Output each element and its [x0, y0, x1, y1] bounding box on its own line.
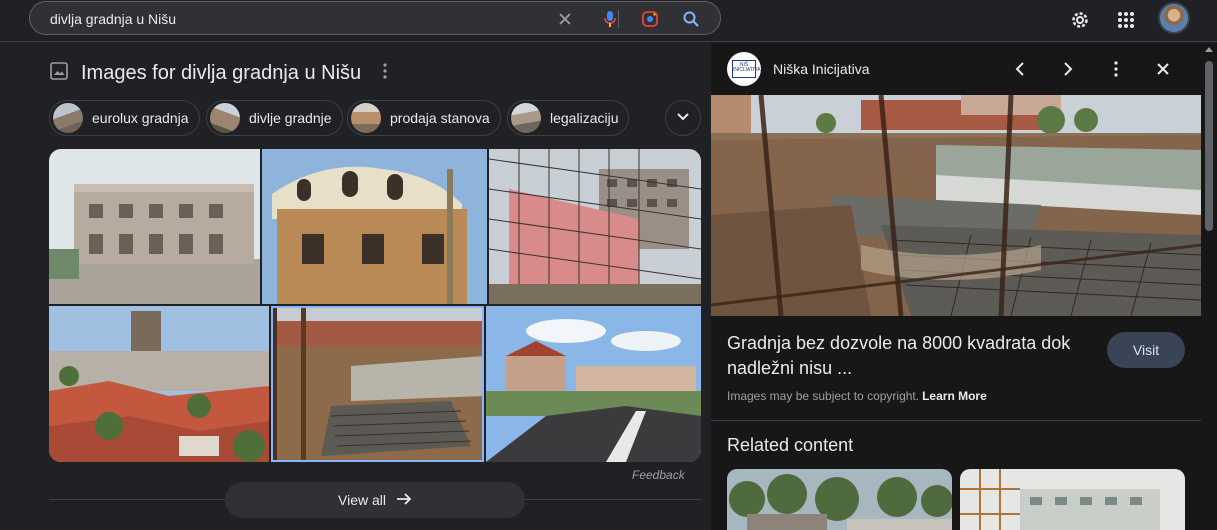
arrow-right-icon [386, 492, 412, 509]
clear-icon[interactable] [555, 9, 575, 29]
image-result-5-selected[interactable] [271, 306, 484, 462]
search-box[interactable]: divlja gradnja u Nišu [29, 1, 721, 35]
image-icon [49, 61, 69, 86]
visit-button[interactable]: Visit [1107, 332, 1185, 368]
source-name[interactable]: Niška Inicijativa [773, 61, 869, 77]
images-title[interactable]: Images for divlja gradnja u Nišu [81, 62, 361, 85]
chip-eurolux-gradnja[interactable]: eurolux gradnja [49, 100, 200, 136]
view-all-button[interactable]: View all [225, 482, 525, 518]
image-result-4[interactable] [49, 306, 269, 462]
image-result-3[interactable] [489, 149, 701, 304]
mic-icon[interactable] [600, 9, 620, 29]
chip-label: legalizaciju [550, 110, 619, 126]
copyright-notice: Images may be subject to copyright. Learn… [727, 389, 987, 403]
search-input[interactable]: divlja gradnja u Nišu [50, 11, 176, 27]
more-vert-icon[interactable] [383, 63, 387, 84]
more-vert-icon[interactable] [1103, 56, 1129, 82]
settings-gear-icon[interactable] [1066, 6, 1094, 34]
scroll-up-arrow[interactable] [1205, 47, 1213, 52]
preview-image[interactable] [711, 95, 1201, 316]
view-all-label: View all [338, 492, 386, 508]
image-result-2[interactable] [262, 149, 487, 304]
images-panel: Images for divlja gradnja u Nišu eurolux… [0, 43, 710, 530]
apps-grid-icon[interactable] [1112, 6, 1140, 34]
feedback-link[interactable]: Feedback [632, 468, 685, 482]
chip-legalizaciju[interactable]: legalizaciju [507, 100, 630, 136]
chip-divlje-gradnje[interactable]: divlje gradnje [206, 100, 343, 136]
panel-divider [711, 420, 1201, 421]
close-icon[interactable] [1150, 56, 1176, 82]
related-image-2[interactable] [960, 469, 1185, 530]
chip-prodaja-stanova[interactable]: prodaja stanova [347, 100, 501, 136]
scrollbar[interactable] [1201, 43, 1217, 530]
chip-thumbnail [351, 103, 381, 133]
chip-thumbnail [511, 103, 541, 133]
chip-thumbnail [53, 103, 83, 133]
preview-title[interactable]: Gradnja bez dozvole na 8000 kvadrata dok… [727, 331, 1087, 381]
chip-label: prodaja stanova [390, 110, 490, 126]
lens-icon[interactable] [640, 9, 660, 29]
search-icon[interactable] [681, 9, 701, 29]
account-avatar[interactable] [1158, 2, 1190, 34]
chevron-right-icon[interactable] [1055, 56, 1081, 82]
image-preview-panel: NIŠ INICIJATIVA Niška Inicijativa Gradnj… [711, 43, 1201, 530]
source-logo-text: NIŠ INICIJATIVA [732, 60, 761, 78]
top-bar: divlja gradnja u Nišu [0, 0, 1217, 42]
chips-next-button[interactable] [665, 100, 701, 136]
chip-thumbnail [210, 103, 240, 133]
images-header: Images for divlja gradnja u Nišu [49, 61, 387, 86]
learn-more-link[interactable]: Learn More [922, 389, 987, 403]
scrollbar-thumb[interactable] [1205, 61, 1213, 231]
chip-label: divlje gradnje [249, 110, 332, 126]
chevron-down-icon [676, 109, 690, 127]
chevron-left-icon[interactable] [1007, 56, 1033, 82]
related-image-1[interactable] [727, 469, 952, 530]
image-result-1[interactable] [49, 149, 260, 304]
related-content-heading: Related content [727, 435, 854, 455]
source-logo[interactable]: NIŠ INICIJATIVA [727, 52, 761, 86]
image-result-6[interactable] [486, 306, 701, 462]
copyright-text: Images may be subject to copyright. [727, 389, 920, 403]
chip-label: eurolux gradnja [92, 110, 189, 126]
image-results-grid [49, 149, 701, 462]
